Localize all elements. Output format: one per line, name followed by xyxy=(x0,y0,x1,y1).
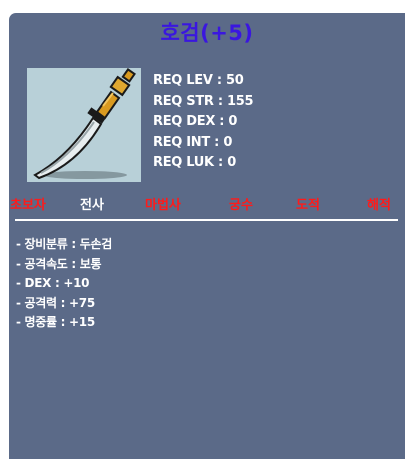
req-str: REQ STR : 155 xyxy=(153,93,254,109)
stat-attack-speed: - 공격속도 : 보통 xyxy=(16,256,102,271)
req-int: REQ INT : 0 xyxy=(153,134,233,150)
item-tooltip: 호검(+5) REQ LEV : 50 REQ STR : 155 REQ DE… xyxy=(9,13,405,459)
job-pirate: 해적 xyxy=(367,198,391,213)
requirements-list: REQ LEV : 50 REQ STR : 155 REQ DEX : 0 R… xyxy=(153,71,254,174)
job-archer: 궁수 xyxy=(229,198,253,213)
two-handed-sword-icon xyxy=(27,68,141,182)
stat-attack: - 공격력 : +75 xyxy=(16,295,95,310)
req-level: REQ LEV : 50 xyxy=(153,73,244,88)
job-requirements-row: 초보자 전사 마법사 궁수 도적 해적 xyxy=(9,194,405,214)
job-magician: 마법사 xyxy=(145,198,181,213)
item-name: 호검(+5) xyxy=(160,21,254,45)
job-thief: 도적 xyxy=(296,198,320,213)
job-beginner: 초보자 xyxy=(10,198,46,213)
stat-category: - 장비분류 : 두손검 xyxy=(16,237,112,251)
divider xyxy=(15,219,398,221)
req-luk: REQ LUK : 0 xyxy=(153,155,236,170)
stat-accuracy: - 명중률 : +15 xyxy=(16,315,95,329)
req-dex: REQ DEX : 0 xyxy=(153,114,238,129)
stat-dex: - DEX : +10 xyxy=(16,276,90,290)
item-stats-list: - 장비분류 : 두손검 - 공격속도 : 보통 - DEX : +10 - 공… xyxy=(16,235,112,333)
job-warrior: 전사 xyxy=(80,198,104,213)
